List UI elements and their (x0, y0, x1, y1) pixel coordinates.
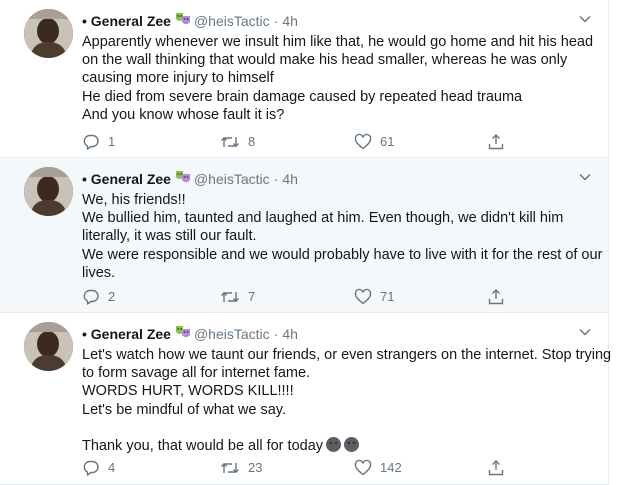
tweet-text-line: We were responsible and we would probabl… (82, 246, 603, 263)
tweet-text: Apparently whenever we insult him like t… (82, 33, 602, 124)
chevron-down-icon[interactable] (578, 12, 592, 26)
retweet-count: 7 (248, 289, 256, 304)
neutral-face-emoji (344, 437, 360, 452)
share-icon (488, 460, 504, 476)
neutral-face-emoji (326, 437, 342, 452)
tweet-text-fragment: Thank you, that would be all for today (82, 438, 324, 454)
theater-masks-icon (175, 170, 191, 190)
tweet-text-line: And you know whose fault it is? (82, 106, 285, 123)
tweet-text-line: Apparently whenever we insult him like t… (82, 34, 594, 50)
tweet-text-line: He died from severe brain damage caused … (82, 88, 523, 105)
tweet[interactable]: • General Zee @heisTactic · 4h Let's wat… (0, 313, 612, 485)
tweet-actions: 2 7 71 (82, 288, 608, 308)
display-name[interactable]: • General Zee (82, 12, 171, 31)
like-count: 71 (380, 289, 395, 304)
chevron-down-icon[interactable] (578, 170, 592, 184)
tweet-text: We, his friends!! We bullied him, taunte… (82, 191, 602, 282)
share-button[interactable] (487, 288, 505, 306)
timestamp[interactable]: 4h (282, 325, 298, 344)
heart-icon (354, 288, 372, 305)
tweet-header: • General Zee @heisTactic · 4h (82, 324, 298, 344)
share-icon (488, 289, 504, 305)
retweet-button[interactable]: 7 (220, 288, 255, 306)
user-handle[interactable]: @heisTactic (194, 325, 270, 344)
tweet-text-line: Let's be mindful of what we say. (82, 401, 286, 418)
reply-icon (83, 134, 99, 150)
retweet-button[interactable]: 8 (220, 133, 255, 151)
retweet-count: 23 (248, 460, 263, 475)
share-icon (488, 134, 504, 150)
reply-icon (83, 460, 99, 476)
theater-masks-icon (175, 325, 191, 345)
reply-count: 4 (108, 460, 116, 475)
retweet-icon (221, 292, 239, 302)
like-count: 61 (380, 134, 395, 149)
tweet-text-line: literally, it was still our fault. (82, 228, 257, 245)
separator: · (273, 170, 279, 187)
display-name[interactable]: • General Zee (82, 170, 171, 189)
reply-icon (83, 289, 99, 305)
like-button[interactable]: 71 (354, 288, 394, 306)
like-count: 142 (380, 460, 402, 475)
theater-masks-icon (175, 12, 191, 32)
avatar[interactable] (24, 9, 73, 58)
tweet-text-line: to form savage all for internet fame. (82, 365, 311, 382)
tweet[interactable]: • General Zee @heisTactic · 4h We, his f… (0, 158, 608, 313)
tweet-actions: 1 8 61 (82, 133, 608, 153)
retweet-icon (221, 463, 239, 473)
avatar[interactable] (24, 167, 73, 216)
like-button[interactable]: 61 (354, 133, 394, 151)
timestamp[interactable]: 4h (282, 12, 298, 31)
user-handle[interactable]: @heisTactic (194, 170, 270, 189)
reply-button[interactable]: 2 (82, 288, 115, 306)
user-handle[interactable]: @heisTactic (194, 12, 270, 31)
heart-icon (354, 133, 372, 150)
tweet-text-line: on the wall thinking that would make his… (82, 52, 568, 69)
heart-icon (354, 459, 372, 476)
tweet-text-line: Let's watch how we taunt our friends, or… (82, 347, 612, 363)
share-button[interactable] (487, 133, 505, 151)
tweet-text-line: Thank you, that would be all for today (82, 437, 602, 455)
reply-count: 1 (108, 134, 116, 149)
tweet[interactable]: • General Zee @heisTactic · 4h Apparentl… (0, 0, 608, 158)
like-button[interactable]: 142 (354, 459, 402, 477)
separator: · (273, 325, 279, 342)
reply-button[interactable]: 1 (82, 133, 115, 151)
tweet-text-line: causing more injury to himself (82, 70, 274, 87)
retweet-icon (221, 137, 239, 147)
timeline: • General Zee @heisTactic · 4h Apparentl… (0, 0, 612, 485)
tweet-text-line: We bullied him, taunted and laughed at h… (82, 210, 564, 227)
reply-count: 2 (108, 289, 116, 304)
share-button[interactable] (487, 459, 505, 477)
tweet-text-line: We, his friends!! (82, 192, 186, 208)
tweet-header: • General Zee @heisTactic · 4h (82, 11, 298, 31)
retweet-count: 8 (248, 134, 256, 149)
reply-button[interactable]: 4 (82, 459, 115, 477)
retweet-button[interactable]: 23 (220, 459, 262, 477)
avatar[interactable] (24, 322, 73, 371)
tweet-text-line: lives. (82, 264, 116, 281)
tweet-text: Let's watch how we taunt our friends, or… (82, 346, 612, 455)
tweet-header: • General Zee @heisTactic · 4h (82, 169, 298, 189)
separator: · (273, 12, 279, 29)
tweet-text-line: WORDS HURT, WORDS KILL!!!! (82, 383, 294, 400)
timestamp[interactable]: 4h (282, 170, 298, 189)
chevron-down-icon[interactable] (578, 325, 592, 339)
tweet-actions: 4 23 142 (82, 459, 608, 479)
display-name[interactable]: • General Zee (82, 325, 171, 344)
